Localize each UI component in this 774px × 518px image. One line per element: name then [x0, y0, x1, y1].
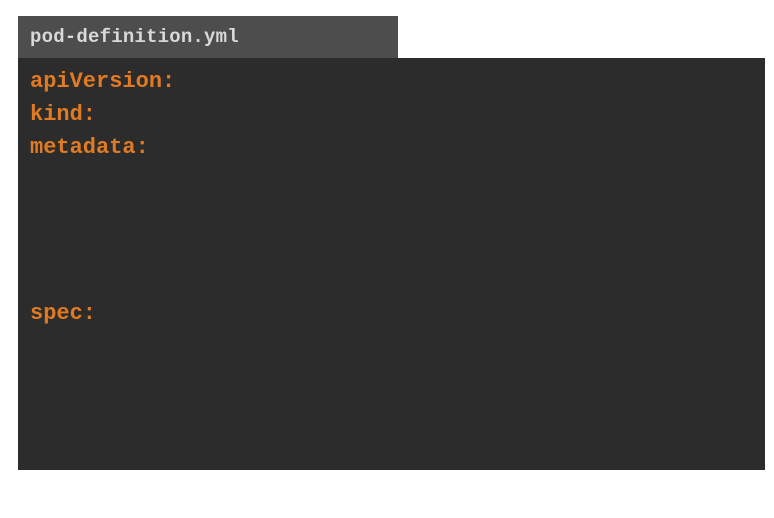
file-tab[interactable]: pod-definition.yml	[18, 16, 398, 58]
yaml-key-metadata: metadata:	[30, 135, 149, 160]
code-editor[interactable]: apiVersion: kind: metadata: spec:	[18, 58, 765, 470]
yaml-key-apiversion: apiVersion:	[30, 69, 176, 94]
file-tab-filename: pod-definition.yml	[30, 26, 239, 48]
yaml-key-kind: kind:	[30, 102, 97, 127]
yaml-key-spec: spec:	[30, 301, 97, 326]
